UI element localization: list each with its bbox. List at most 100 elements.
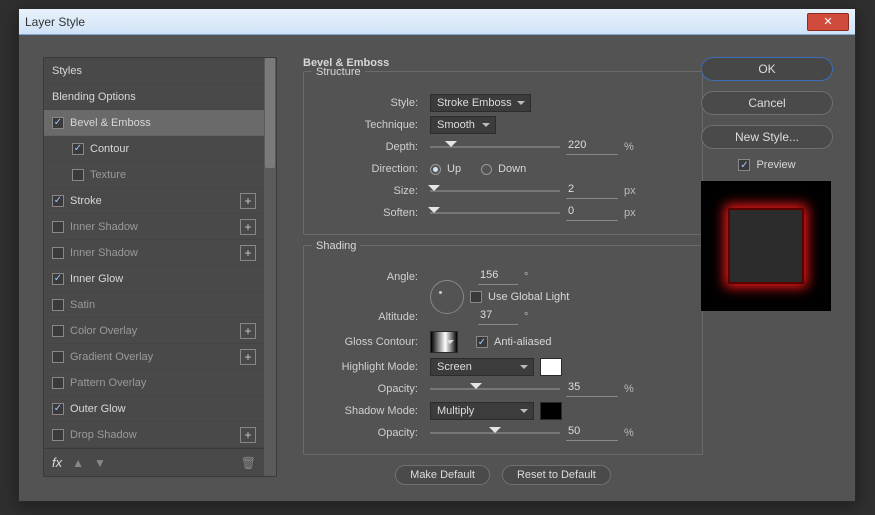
- gloss-contour-picker[interactable]: [430, 331, 458, 353]
- soften-value[interactable]: 0: [566, 205, 618, 221]
- style-item-label: Texture: [90, 169, 268, 181]
- preview-label: Preview: [756, 159, 795, 171]
- depth-value[interactable]: 220: [566, 139, 618, 155]
- use-global-light-checkbox[interactable]: [470, 291, 482, 303]
- style-item-checkbox[interactable]: [52, 247, 64, 259]
- shadow-mode-select[interactable]: Multiply: [430, 402, 534, 420]
- highlight-mode-label: Highlight Mode:: [314, 361, 424, 373]
- style-item-outer-glow[interactable]: Outer Glow: [44, 396, 276, 422]
- style-item-pattern-overlay[interactable]: Pattern Overlay: [44, 370, 276, 396]
- style-item-label: Bevel & Emboss: [70, 117, 268, 129]
- style-item-label: Outer Glow: [70, 403, 268, 415]
- add-effect-icon[interactable]: +: [240, 349, 256, 365]
- style-item-label: Satin: [70, 299, 268, 311]
- depth-unit: %: [624, 141, 646, 153]
- make-default-button[interactable]: Make Default: [395, 465, 490, 485]
- highlight-mode-select[interactable]: Screen: [430, 358, 534, 376]
- direction-down-label: Down: [498, 163, 526, 175]
- style-item-label: Inner Shadow: [70, 247, 234, 259]
- style-item-checkbox[interactable]: [52, 117, 64, 129]
- close-button[interactable]: ✕: [807, 13, 849, 31]
- highlight-opacity-slider[interactable]: [430, 380, 560, 398]
- size-slider[interactable]: [430, 182, 560, 200]
- fx-icon[interactable]: fx: [52, 455, 62, 470]
- angle-dial[interactable]: [430, 280, 464, 314]
- soften-slider[interactable]: [430, 204, 560, 222]
- preview-shape: [728, 208, 804, 284]
- add-effect-icon[interactable]: +: [240, 245, 256, 261]
- add-effect-icon[interactable]: +: [240, 427, 256, 443]
- styles-header[interactable]: Styles: [44, 58, 276, 84]
- style-item-stroke[interactable]: Stroke+: [44, 188, 276, 214]
- style-item-label: Blending Options: [52, 91, 268, 103]
- highlight-opacity-value[interactable]: 35: [566, 381, 618, 397]
- trash-icon[interactable]: 🗑: [241, 456, 256, 470]
- technique-select[interactable]: Smooth: [430, 116, 496, 134]
- altitude-value[interactable]: 37: [478, 309, 518, 325]
- cancel-button[interactable]: Cancel: [701, 91, 833, 115]
- style-item-label: Inner Shadow: [70, 221, 234, 233]
- new-style-button[interactable]: New Style...: [701, 125, 833, 149]
- move-up-icon[interactable]: ▲: [72, 456, 84, 470]
- move-down-icon[interactable]: ▼: [94, 456, 106, 470]
- style-item-gradient-overlay[interactable]: Gradient Overlay +: [44, 344, 276, 370]
- scrollbar-thumb[interactable]: [265, 58, 275, 168]
- style-item-inner-shadow[interactable]: Inner Shadow +: [44, 240, 276, 266]
- style-item-checkbox[interactable]: [52, 403, 64, 415]
- style-item-contour[interactable]: Contour: [44, 136, 276, 162]
- style-item-checkbox[interactable]: [52, 377, 64, 389]
- style-item-checkbox[interactable]: [52, 325, 64, 337]
- reset-default-button[interactable]: Reset to Default: [502, 465, 611, 485]
- style-item-blending-options[interactable]: Blending Options: [44, 84, 276, 110]
- style-item-checkbox[interactable]: [72, 143, 84, 155]
- close-icon: ✕: [823, 15, 832, 28]
- antialiased-checkbox[interactable]: [476, 336, 488, 348]
- shadow-opacity-label: Opacity:: [314, 427, 424, 439]
- style-item-checkbox[interactable]: [52, 195, 64, 207]
- size-value[interactable]: 2: [566, 183, 618, 199]
- style-item-checkbox[interactable]: [52, 221, 64, 233]
- style-item-texture[interactable]: Texture: [44, 162, 276, 188]
- preview-box: [701, 181, 831, 311]
- highlight-color-swatch[interactable]: [540, 358, 562, 376]
- styles-scrollbar[interactable]: [264, 58, 276, 476]
- direction-down-radio[interactable]: [481, 164, 492, 175]
- add-effect-icon[interactable]: +: [240, 323, 256, 339]
- style-item-checkbox[interactable]: [52, 429, 64, 441]
- styles-panel: Styles Blending Options Bevel & Emboss Con…: [43, 57, 277, 477]
- shading-legend: Shading: [312, 240, 360, 252]
- layer-style-dialog: Layer Style ✕ Styles Blending Options Bev…: [18, 8, 856, 502]
- shadow-opacity-value[interactable]: 50: [566, 425, 618, 441]
- add-effect-icon[interactable]: +: [240, 219, 256, 235]
- style-item-bevel-emboss[interactable]: Bevel & Emboss: [44, 110, 276, 136]
- style-item-label: Gradient Overlay: [70, 351, 234, 363]
- add-effect-icon[interactable]: +: [240, 193, 256, 209]
- style-item-label: Color Overlay: [70, 325, 234, 337]
- highlight-opacity-unit: %: [624, 383, 646, 395]
- shadow-opacity-slider[interactable]: [430, 424, 560, 442]
- style-select[interactable]: Stroke Emboss: [430, 94, 531, 112]
- highlight-opacity-label: Opacity:: [314, 383, 424, 395]
- style-item-checkbox[interactable]: [72, 169, 84, 181]
- style-item-inner-glow[interactable]: Inner Glow: [44, 266, 276, 292]
- style-item-drop-shadow[interactable]: Drop Shadow+: [44, 422, 276, 448]
- size-unit: px: [624, 185, 646, 197]
- altitude-label: Altitude:: [314, 311, 424, 323]
- style-item-checkbox[interactable]: [52, 351, 64, 363]
- style-item-inner-shadow[interactable]: Inner Shadow +: [44, 214, 276, 240]
- style-item-color-overlay[interactable]: Color Overlay +: [44, 318, 276, 344]
- style-item-satin[interactable]: Satin: [44, 292, 276, 318]
- altitude-unit: °: [524, 311, 546, 323]
- shadow-color-swatch[interactable]: [540, 402, 562, 420]
- style-item-checkbox[interactable]: [52, 273, 64, 285]
- direction-up-label: Up: [447, 163, 461, 175]
- depth-slider[interactable]: [430, 138, 560, 156]
- shadow-opacity-unit: %: [624, 427, 646, 439]
- bevel-emboss-settings: Bevel & Emboss Structure Style: Stroke E…: [303, 57, 703, 497]
- ok-button[interactable]: OK: [701, 57, 833, 81]
- style-item-checkbox[interactable]: [52, 299, 64, 311]
- titlebar[interactable]: Layer Style ✕: [19, 9, 855, 35]
- preview-checkbox[interactable]: [738, 159, 750, 171]
- direction-up-radio[interactable]: [430, 164, 441, 175]
- angle-value[interactable]: 156: [478, 269, 518, 285]
